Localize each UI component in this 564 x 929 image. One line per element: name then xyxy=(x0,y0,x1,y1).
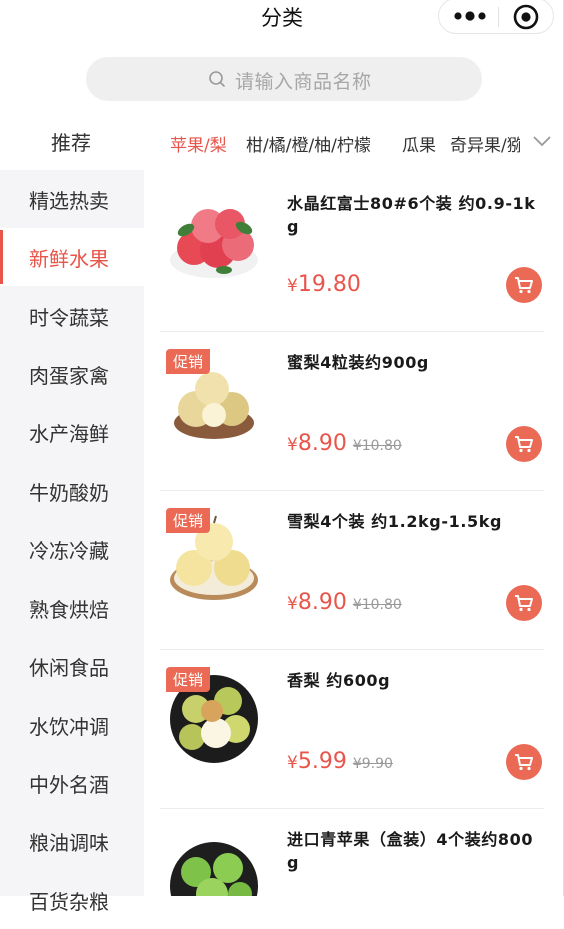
sidebar-item-fruit[interactable]: 新鲜水果 xyxy=(0,228,144,286)
sidebar-item-label: 时令蔬菜 xyxy=(29,306,109,330)
close-target-icon[interactable] xyxy=(513,4,539,30)
sidebar-item-frozen[interactable]: 冷冻冷藏 xyxy=(0,520,144,578)
product-item[interactable]: 水晶红富士80#6个装 约0.9-1kg ¥19.80 xyxy=(144,172,564,332)
product-price: ¥8.90 ¥10.80 xyxy=(287,431,402,456)
subcategory-tabs: 苹果/梨 柑/橘/橙/柚/柠檬 瓜果 奇异果/猕 xyxy=(144,112,564,172)
sidebar-item-label: 休闲食品 xyxy=(29,656,109,680)
more-icon[interactable] xyxy=(453,7,487,25)
sidebar-item-drinks[interactable]: 水饮冲调 xyxy=(0,696,144,754)
sidebar-item-groceries[interactable]: 百货杂粮 xyxy=(0,871,144,929)
sidebar-item-label: 肉蛋家禽 xyxy=(29,364,109,388)
price-value: 8.90 xyxy=(297,590,347,615)
capsule-divider xyxy=(498,7,499,27)
nav-bar: 分类 xyxy=(0,0,564,36)
product-image-green-apples xyxy=(170,842,258,896)
product-item[interactable]: 促销 雪梨4个装 约1.2kg-1.5kg ¥8.90 ¥10.80 xyxy=(144,490,564,650)
promo-badge: 促销 xyxy=(166,667,211,692)
promo-badge: 促销 xyxy=(166,349,211,374)
price-value: 8.90 xyxy=(297,431,347,456)
sidebar-item-meat-eggs[interactable]: 肉蛋家禽 xyxy=(0,345,144,403)
product-item[interactable]: 进口青苹果（盒装）4个装约800g xyxy=(144,808,564,896)
sidebar-item-hot[interactable]: 精选热卖 xyxy=(0,170,144,228)
cart-icon xyxy=(515,436,533,453)
currency-symbol: ¥ xyxy=(287,435,298,455)
cart-icon xyxy=(515,595,533,612)
add-to-cart-button[interactable] xyxy=(506,585,542,621)
cart-icon xyxy=(515,277,533,294)
product-name: 香梨 约600g xyxy=(287,671,391,690)
cart-icon xyxy=(515,754,533,771)
sidebar-item-label: 粮油调味 xyxy=(29,831,109,855)
sidebar-item-vegetables[interactable]: 时令蔬菜 xyxy=(0,287,144,345)
sidebar-item-label: 新鲜水果 xyxy=(29,247,109,271)
original-price: ¥10.80 xyxy=(352,438,402,454)
sidebar-item-label: 推荐 xyxy=(51,131,91,155)
product-item[interactable]: 促销 香梨 约600g ¥5.99 ¥9.90 xyxy=(144,649,564,809)
category-sidebar: 推荐 精选热卖 新鲜水果 时令蔬菜 肉蛋家禽 水产海鲜 牛奶酸奶 冷冻冷藏 熟食… xyxy=(0,112,144,914)
price-value: 19.80 xyxy=(297,272,361,297)
product-name: 水晶红富士80#6个装 约0.9-1kg xyxy=(287,194,536,236)
product-price: ¥19.80 xyxy=(287,272,361,297)
tab-melons[interactable]: 瓜果 xyxy=(402,131,436,156)
sidebar-item-label: 冷冻冷藏 xyxy=(29,539,109,563)
promo-badge: 促销 xyxy=(166,508,211,533)
add-to-cart-button[interactable] xyxy=(506,426,542,462)
sidebar-item-deli-bakery[interactable]: 熟食烘焙 xyxy=(0,579,144,637)
sidebar-item-label: 精选热卖 xyxy=(29,189,109,213)
tab-citrus[interactable]: 柑/橘/橙/柚/柠檬 xyxy=(246,131,371,156)
sidebar-item-grain-oil[interactable]: 粮油调味 xyxy=(0,812,144,870)
sidebar-item-recommend[interactable]: 推荐 xyxy=(0,112,144,170)
tab-kiwi[interactable]: 奇异果/猕 xyxy=(450,131,524,156)
sidebar-item-label: 水饮冲调 xyxy=(29,715,109,739)
currency-symbol: ¥ xyxy=(287,753,298,773)
product-name: 蜜梨4粒装约900g xyxy=(287,353,429,372)
add-to-cart-button[interactable] xyxy=(506,267,542,303)
mini-program-capsule xyxy=(438,0,554,34)
sidebar-item-label: 中外名酒 xyxy=(29,773,109,797)
tab-apple-pear[interactable]: 苹果/梨 xyxy=(170,131,227,156)
price-value: 5.99 xyxy=(297,749,347,774)
sidebar-item-liquor[interactable]: 中外名酒 xyxy=(0,754,144,812)
product-item[interactable]: 促销 蜜梨4粒装约900g ¥8.90 ¥10.80 xyxy=(144,331,564,491)
search-placeholder: 请输入商品名称 xyxy=(235,71,372,93)
sidebar-item-label: 水产海鲜 xyxy=(29,422,109,446)
product-price: ¥8.90 ¥10.80 xyxy=(287,590,402,615)
sidebar-item-snacks[interactable]: 休闲食品 xyxy=(0,637,144,695)
currency-symbol: ¥ xyxy=(287,594,298,614)
sidebar-item-seafood[interactable]: 水产海鲜 xyxy=(0,403,144,461)
product-name: 进口青苹果（盒装）4个装约800g xyxy=(287,830,534,872)
search-bar[interactable]: 请输入商品名称 xyxy=(86,57,482,101)
product-list: 水晶红富士80#6个装 约0.9-1kg ¥19.80 促销 蜜梨4粒装约900… xyxy=(144,172,564,896)
original-price: ¥9.90 xyxy=(352,756,393,772)
sidebar-item-label: 牛奶酸奶 xyxy=(29,481,109,505)
add-to-cart-button[interactable] xyxy=(506,744,542,780)
product-image-red-apples xyxy=(170,209,258,278)
search-icon xyxy=(209,71,225,87)
chevron-down-icon[interactable] xyxy=(532,134,552,148)
sidebar-item-label: 熟食烘焙 xyxy=(29,598,109,622)
product-name: 雪梨4个装 约1.2kg-1.5kg xyxy=(287,512,503,531)
currency-symbol: ¥ xyxy=(287,276,298,296)
product-price: ¥5.99 ¥9.90 xyxy=(287,749,393,774)
original-price: ¥10.80 xyxy=(352,597,402,613)
sidebar-item-dairy[interactable]: 牛奶酸奶 xyxy=(0,462,144,520)
sidebar-item-label: 百货杂粮 xyxy=(29,890,109,914)
